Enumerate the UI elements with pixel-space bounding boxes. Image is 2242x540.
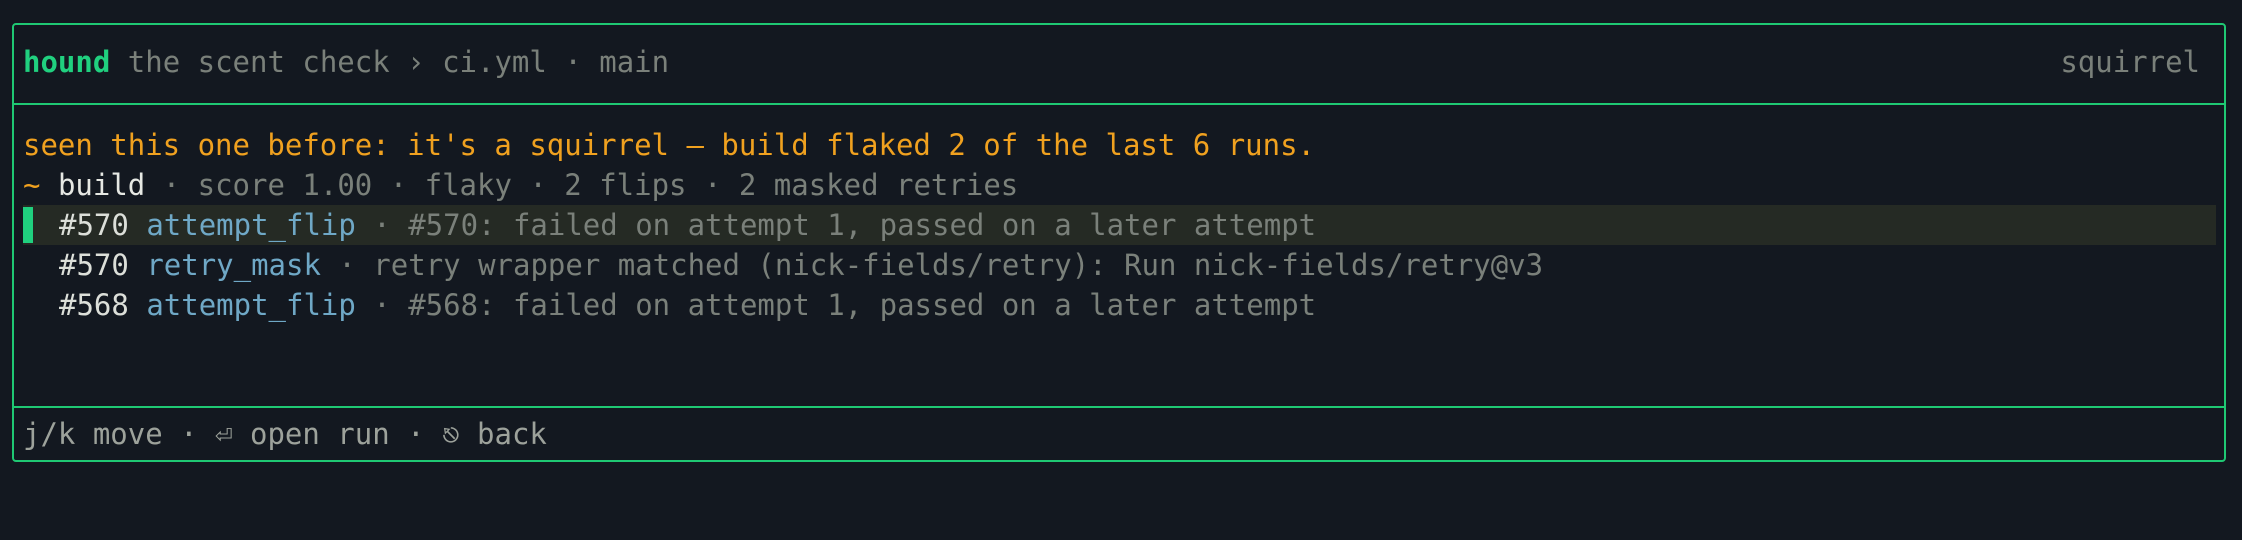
selection-marker [23, 207, 33, 243]
event-row[interactable]: #570 retry_mask · retry wrapper matched … [23, 245, 2216, 285]
header-bar: hound the scent check › ci.yml · main sq… [14, 25, 2224, 105]
run-id: #570 [59, 248, 129, 282]
run-id: #568 [59, 288, 129, 322]
breadcrumb-separator: › [407, 45, 425, 79]
app-frame: hound the scent check › ci.yml · main sq… [12, 23, 2226, 462]
event-kind: retry_mask [146, 248, 321, 282]
hint-dot: · [407, 417, 425, 451]
job-name: build [57, 168, 146, 202]
run-id: #570 [59, 208, 129, 242]
workflow-name: ci.yml [442, 45, 547, 79]
breadcrumb: hound the scent check › ci.yml · main [23, 45, 669, 79]
keybinding-hints: j/k move · ⏎ open run · ⎋ back [23, 407, 547, 462]
event-row[interactable]: #568 attempt_flip · #568: failed on atte… [23, 285, 2216, 325]
flaky-marker: ~ [23, 168, 41, 202]
verdict-label: squirrel [2060, 45, 2200, 79]
event-detail: · #570: failed on attempt 1, passed on a… [373, 208, 1317, 242]
hint-move: j/k move [23, 417, 163, 451]
event-kind: attempt_flip [146, 288, 356, 322]
verdict-message: seen this one before: it's a squirrel — … [23, 128, 1316, 162]
hint-back: ⎋ back [442, 417, 547, 451]
breadcrumb-dot: · [564, 45, 582, 79]
event-row[interactable]: #570 attempt_flip · #570: failed on atte… [23, 205, 2216, 245]
branch-name: main [599, 45, 670, 79]
event-detail: · #568: failed on attempt 1, passed on a… [373, 288, 1317, 322]
app-subtitle: the scent check [127, 45, 390, 79]
app-brand: hound [23, 45, 111, 79]
hint-dot: · [180, 417, 198, 451]
job-summary: ~ build · score 1.00 · flaky · 2 flips ·… [23, 165, 1018, 205]
hint-open-run: ⏎ open run [215, 417, 390, 451]
main-panel: seen this one before: it's a squirrel — … [14, 105, 2224, 408]
event-detail: · retry wrapper matched (nick-fields/ret… [338, 248, 1544, 282]
event-kind: attempt_flip [146, 208, 356, 242]
job-stats: · score 1.00 · flaky · 2 flips · 2 maske… [162, 168, 1019, 202]
